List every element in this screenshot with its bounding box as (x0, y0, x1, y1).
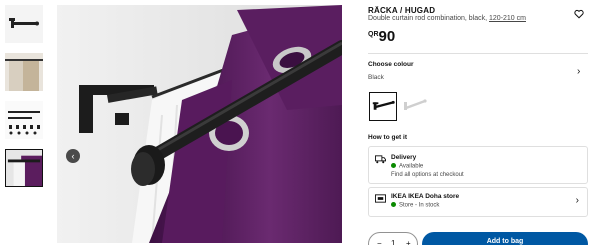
thumbnail-2[interactable] (5, 53, 43, 91)
product-name: RÄCKA / HUGAD (368, 6, 436, 15)
thumbnail-1[interactable] (5, 5, 43, 43)
product-description-text: Double curtain rod combination, black, (368, 15, 490, 22)
thumbnail-4-selected[interactable] (5, 149, 43, 187)
price: QR90 (368, 29, 395, 45)
available-dot-icon (391, 163, 396, 168)
store-title: IKEA IKEA Doha store (391, 193, 460, 200)
product-main-image (57, 5, 342, 243)
price-currency: QR (368, 31, 379, 38)
decrease-quantity-button[interactable]: − (377, 239, 382, 245)
chevron-right-icon[interactable]: › (577, 66, 580, 77)
delivery-status: Available (391, 163, 423, 170)
store-status: Store - In stock (391, 202, 439, 209)
divider (368, 53, 588, 54)
quantity-value: 1 (391, 239, 396, 245)
delivery-card[interactable]: Delivery Available Find all options at c… (368, 146, 588, 184)
how-to-get-it-label: How to get it (368, 134, 407, 141)
increase-quantity-button[interactable]: + (406, 239, 411, 245)
chevron-right-icon: › (575, 195, 579, 206)
store-icon (375, 194, 386, 203)
store-card[interactable]: IKEA IKEA Doha store Store - In stock › (368, 187, 588, 217)
price-amount: 90 (378, 28, 396, 45)
selected-colour: Black (368, 74, 384, 81)
in-stock-dot-icon (391, 202, 396, 207)
add-to-bag-button[interactable]: Add to bag (422, 232, 588, 245)
product-info-panel: RÄCKA / HUGAD Double curtain rod combina… (368, 0, 600, 245)
choose-colour-label: Choose colour (368, 61, 414, 68)
thumbnail-3[interactable] (5, 101, 43, 139)
delivery-title: Delivery (391, 154, 417, 161)
prev-image-button[interactable]: ‹ (66, 149, 80, 163)
delivery-status-text: Available (399, 163, 424, 170)
chevron-left-icon: ‹ (71, 151, 75, 161)
colour-swatch-white[interactable] (400, 92, 428, 121)
colour-swatch-black[interactable] (369, 92, 397, 121)
product-description: Double curtain rod combination, black, 1… (368, 15, 526, 22)
delivery-note: Find all options at checkout (391, 172, 464, 178)
quantity-stepper: − 1 + (368, 232, 418, 245)
product-size-link[interactable]: 120-210 cm (489, 15, 526, 22)
truck-icon (375, 155, 386, 164)
heart-icon[interactable] (574, 9, 584, 19)
store-status-text: Store - In stock (399, 202, 440, 209)
